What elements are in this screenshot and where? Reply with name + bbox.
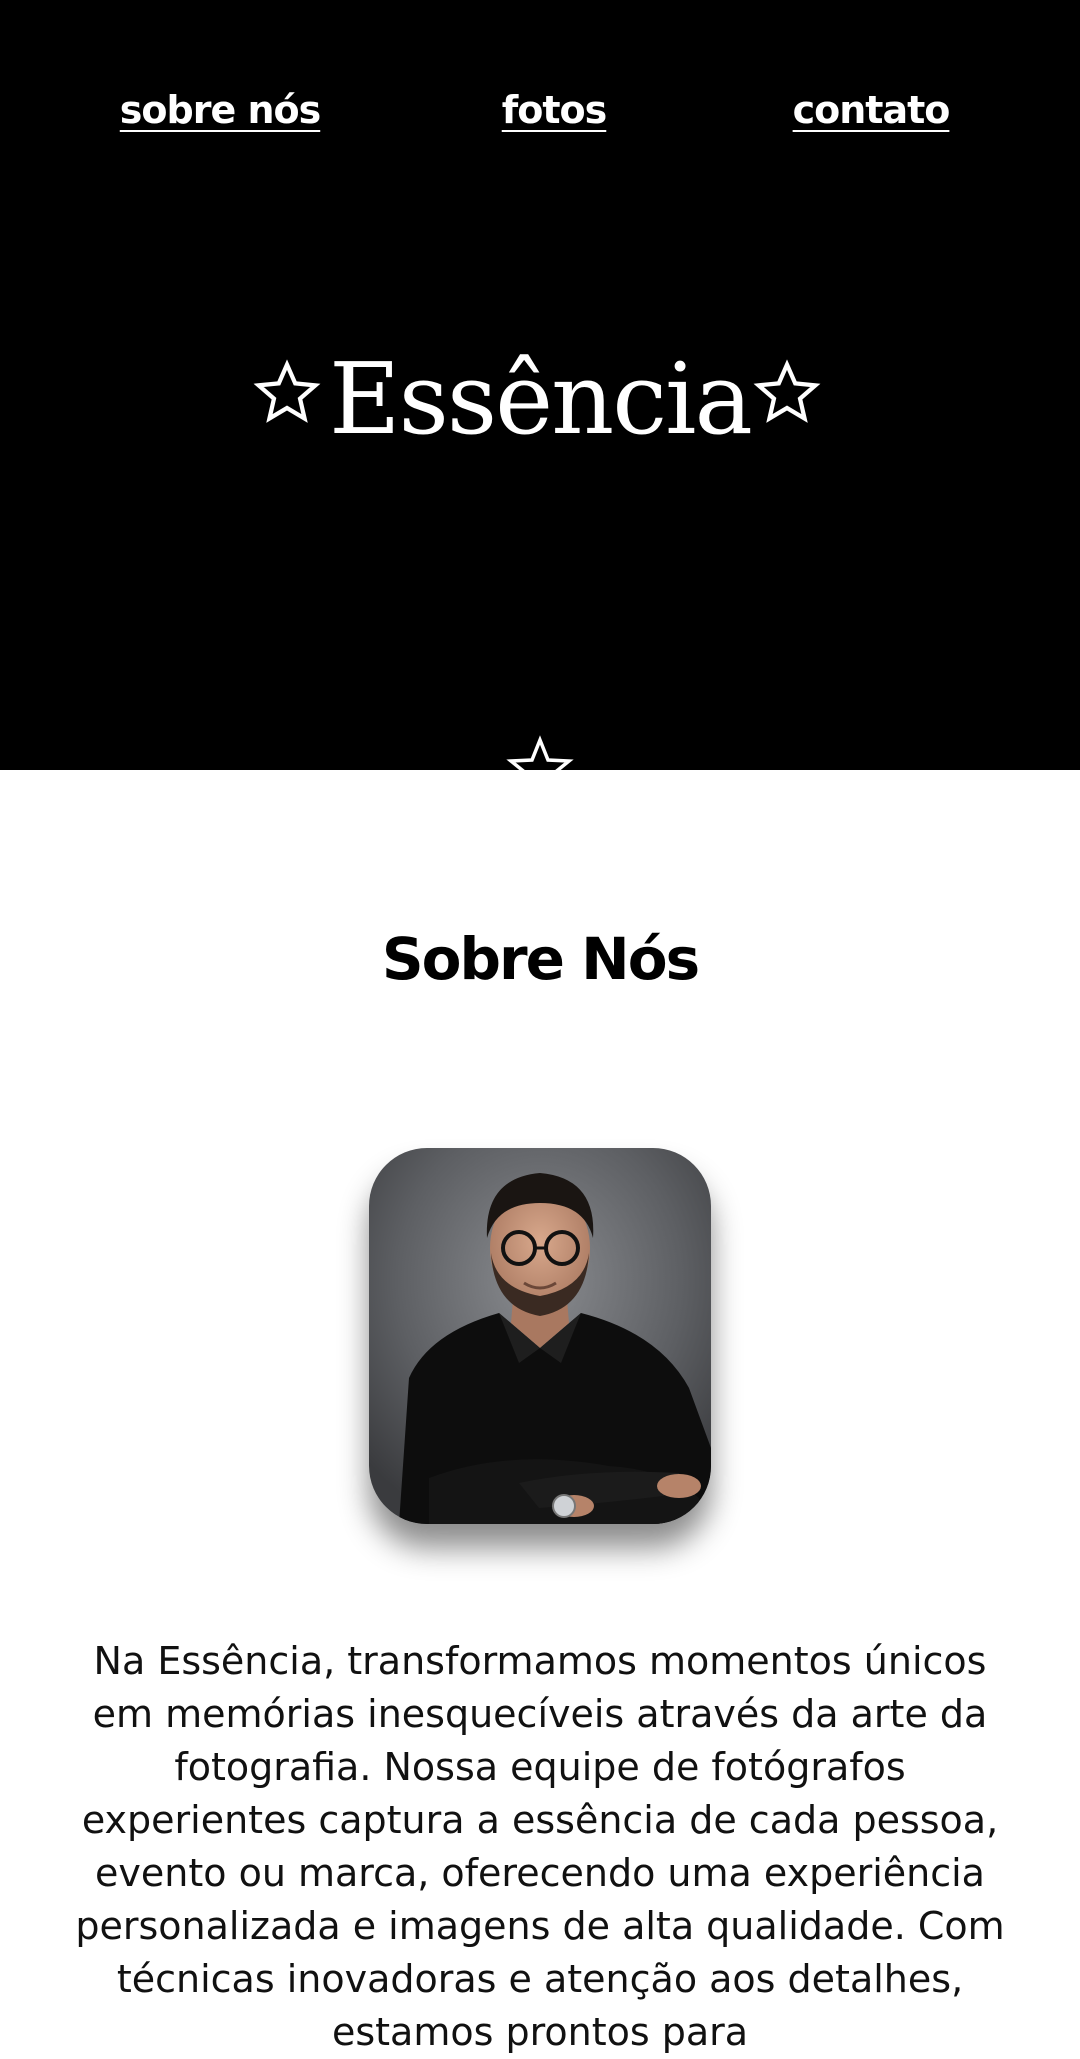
nav-link-contato[interactable]: contato bbox=[793, 88, 951, 132]
team-portrait-photo bbox=[369, 1148, 711, 1524]
star-outline-icon bbox=[753, 359, 821, 423]
brand-logo: Essência bbox=[0, 300, 1080, 490]
star-outline-icon bbox=[253, 359, 321, 423]
star-outline-icon bbox=[506, 735, 574, 780]
about-description: Na Essência, transformamos momentos únic… bbox=[75, 1639, 1005, 2054]
brand-title: Essência bbox=[329, 343, 753, 457]
section-title-sobre-nos: Sobre Nós bbox=[381, 925, 700, 993]
nav-link-sobre-nos[interactable]: sobre nós bbox=[120, 88, 321, 132]
section-divider-star bbox=[502, 734, 578, 780]
portrait-image bbox=[369, 1148, 711, 1524]
hero-section: sobre nós fotos contato Essência bbox=[0, 0, 1080, 780]
nav-link-fotos[interactable]: fotos bbox=[502, 88, 608, 132]
